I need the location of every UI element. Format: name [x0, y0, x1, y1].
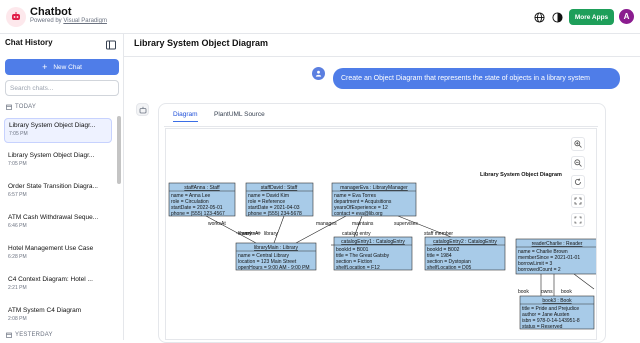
- object-name: managerEva : LibraryManager: [340, 185, 408, 191]
- app-title: Chatbot: [30, 6, 72, 18]
- sidebar-scrollbar[interactable]: [117, 116, 121, 184]
- yesterday-label: YESTERDAY: [15, 332, 53, 338]
- reset-view-icon[interactable]: [571, 175, 585, 189]
- chat-title: Order State Transition Diagra...: [8, 183, 98, 190]
- chat-item[interactable]: ATM System C4 Diagram 2:08 PM: [4, 304, 112, 329]
- link-label: staff member: [424, 231, 453, 237]
- object-attr: borrowedCount = 2: [518, 267, 561, 273]
- object-manager-eva[interactable]: managerEva : LibraryManager name = Eva T…: [331, 182, 417, 217]
- chat-item[interactable]: C4 Context Diagram: Hotel ... 2:21 PM: [4, 273, 112, 298]
- chat-item[interactable]: Library System Object Diagr... 7:05 PM: [4, 149, 112, 174]
- divider: [124, 56, 640, 57]
- chat-title: ATM Cash Withdrawal Seque...: [8, 214, 99, 221]
- link-label: library: [238, 231, 252, 237]
- chat-title: ATM System C4 Diagram: [8, 307, 82, 314]
- collapse-sidebar-icon[interactable]: [106, 37, 116, 50]
- diagram-objects: staffAnna : Staff name = Anna Lee role =…: [168, 182, 597, 330]
- powered-brand-link[interactable]: Visual Paradigm: [63, 18, 107, 24]
- object-name: readerCharlie : Reader: [532, 241, 583, 247]
- link-label: book: [518, 289, 529, 295]
- chat-item[interactable]: Hotel Management Use Case 6:28 PM: [4, 242, 112, 267]
- chat-title: C4 Context Diagram: Hotel ...: [8, 276, 93, 283]
- powered-prefix: Powered by: [30, 18, 62, 24]
- link-label: supervises: [394, 221, 418, 227]
- link-label: library: [264, 231, 278, 237]
- object-name: libraryMain : Library: [254, 245, 298, 251]
- plus-icon: +: [42, 62, 48, 72]
- link-label: catalog entry: [342, 231, 371, 237]
- more-apps-button[interactable]: More Apps: [569, 9, 614, 25]
- object-attr: openHours = 9:00 AM - 9:00 PM: [238, 265, 310, 271]
- object-reader-charlie[interactable]: readerCharlie : Reader name = Charlie Br…: [515, 238, 597, 275]
- object-staff-anna[interactable]: staffAnna : Staff name = Anna Lee role =…: [168, 182, 236, 217]
- search-chats-input[interactable]: Search chats...: [5, 80, 119, 96]
- zoom-out-icon[interactable]: [571, 156, 585, 170]
- chat-item[interactable]: Order State Transition Diagra... 6:57 PM: [4, 180, 112, 205]
- globe-icon[interactable]: [532, 10, 546, 24]
- object-catalog-entry-2[interactable]: catalogEntry2 : CatalogEntry bookId = B0…: [424, 236, 506, 271]
- chat-time: 6:57 PM: [8, 192, 27, 198]
- link-label: worksAt: [208, 221, 226, 227]
- user-icon: [312, 67, 325, 80]
- chat-item[interactable]: ATM Cash Withdrawal Seque... 6:46 PM: [4, 211, 112, 236]
- chat-time: 6:28 PM: [8, 254, 27, 260]
- top-bar: Chatbot Powered by Visual Paradigm More …: [0, 0, 640, 34]
- theme-toggle-icon[interactable]: [550, 10, 564, 24]
- chat-time: 7:05 PM: [9, 131, 28, 137]
- diagram-canvas[interactable]: worksAt worksAt manages maintains superv…: [165, 128, 597, 340]
- object-name: book3 : Book: [542, 298, 572, 304]
- fullscreen-icon[interactable]: [571, 213, 585, 227]
- chat-time: 6:46 PM: [8, 223, 27, 229]
- object-library-main[interactable]: libraryMain : Library name = Central Lib…: [235, 242, 317, 271]
- diagram-title: Library System Object Diagram: [480, 172, 562, 178]
- object-name: catalogEntry2 : CatalogEntry: [433, 239, 497, 245]
- object-diagram: worksAt worksAt manages maintains superv…: [168, 172, 597, 330]
- sidebar-title: Chat History: [5, 38, 53, 47]
- object-staff-david[interactable]: staffDavid : Staff name = David Kim role…: [245, 182, 314, 217]
- object-attr: shelfLocation = F12: [336, 265, 380, 271]
- chat-title: Library System Object Diagr...: [8, 152, 95, 159]
- sidebar: Chat History + New Chat Search chats... …: [0, 34, 124, 340]
- tab-divider: [164, 126, 598, 127]
- calendar-icon: [6, 104, 12, 110]
- chat-time: 2:08 PM: [8, 316, 27, 322]
- brand: Chatbot Powered by Visual Paradigm: [30, 6, 107, 24]
- new-chat-button[interactable]: + New Chat: [5, 59, 119, 75]
- tab-diagram[interactable]: Diagram: [173, 111, 198, 122]
- object-attr: phone = (555) 123-4567: [171, 211, 225, 217]
- user-avatar[interactable]: A: [619, 9, 634, 24]
- object-book-3[interactable]: book3 : Book title = Pride and Prejudice…: [519, 295, 595, 330]
- link-label: maintains: [352, 221, 374, 227]
- fit-screen-icon[interactable]: [571, 194, 585, 208]
- chat-title: Library System Object Diagr...: [9, 122, 96, 129]
- link-label: owns: [541, 289, 553, 295]
- object-name: staffDavid : Staff: [261, 185, 298, 191]
- object-name: staffAnna : Staff: [184, 185, 220, 191]
- object-attr: status = Reserved: [522, 324, 563, 330]
- object-attr: shelfLocation = D05: [427, 265, 472, 271]
- object-name: catalogEntry1 : CatalogEntry: [341, 239, 405, 245]
- link-label: book: [561, 289, 572, 295]
- object-attr: phone = (555) 234-5678: [248, 211, 302, 217]
- section-yesterday: YESTERDAY: [6, 332, 53, 338]
- chat-title: Hotel Management Use Case: [8, 245, 94, 252]
- object-attr: contact = eva@lib.org: [334, 211, 383, 217]
- powered-by: Powered by Visual Paradigm: [30, 18, 107, 24]
- page-title: Library System Object Diagram: [134, 38, 269, 48]
- link-label: manages: [316, 221, 337, 227]
- object-catalog-entry-1[interactable]: catalogEntry1 : CatalogEntry bookId = B0…: [333, 236, 413, 271]
- chatbot-logo-icon: [6, 7, 26, 27]
- tab-plantuml-source[interactable]: PlantUML Source: [214, 111, 265, 118]
- today-label: TODAY: [15, 104, 37, 110]
- calendar-icon: [6, 332, 12, 338]
- bot-icon: [136, 103, 149, 116]
- chat-time: 2:21 PM: [8, 285, 27, 291]
- new-chat-label: New Chat: [53, 63, 82, 71]
- section-today: TODAY: [6, 104, 36, 110]
- chat-time: 7:05 PM: [8, 161, 27, 167]
- user-message-bubble: Create an Object Diagram that represents…: [333, 68, 620, 89]
- zoom-in-icon[interactable]: [571, 137, 585, 151]
- chat-item[interactable]: Library System Object Diagr... 7:05 PM: [4, 118, 112, 143]
